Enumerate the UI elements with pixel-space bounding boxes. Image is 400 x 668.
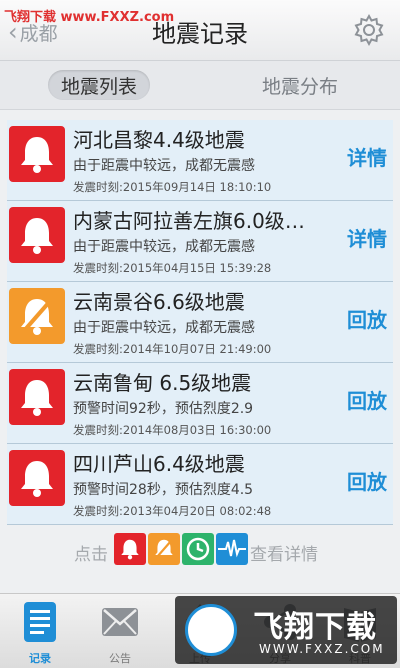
record-time: 发震时刻:2013年04月20日 08:02:48: [73, 504, 272, 518]
record-title: 河北昌黎4.4级地震: [73, 128, 245, 152]
bell-icon: [9, 450, 65, 506]
mail-icon: [102, 608, 138, 636]
record-description: 由于距震中较远，成都无震感: [73, 158, 255, 174]
record-time: 发震时刻:2014年08月03日 16:30:00: [73, 423, 272, 437]
tab-label: 公告: [109, 652, 131, 665]
legend-suffix: 查看详情: [250, 545, 318, 565]
bell-muted-icon: [148, 533, 180, 565]
bell-muted-icon: [9, 288, 65, 344]
gear-icon[interactable]: [352, 13, 386, 47]
record-title: 四川芦山6.4级地震: [73, 452, 245, 476]
page-title: 地震记录: [152, 20, 248, 48]
list-item[interactable]: 云南景谷6.6级地震 由于距震中较远，成都无震感 发震时刻:2014年10月07…: [7, 282, 393, 363]
record-title: 内蒙古阿拉善左旗6.0级地震: [73, 209, 317, 233]
record-description: 预警时间28秒，预估烈度4.5: [73, 482, 254, 498]
list-item[interactable]: 云南鲁甸 6.5级地震 预警时间92秒，预估烈度2.9 发震时刻:2014年08…: [7, 363, 393, 444]
replay-button[interactable]: 回放: [347, 385, 387, 414]
record-description: 由于距震中较远，成都无震感: [73, 239, 255, 255]
tab-label: 记录: [29, 652, 51, 665]
record-description: 由于距震中较远，成都无震感: [73, 320, 255, 336]
replay-button[interactable]: 回放: [347, 466, 387, 495]
watermark-brand: 飞翔下载: [253, 610, 377, 645]
details-button[interactable]: 详情: [347, 142, 387, 171]
details-button[interactable]: 详情: [347, 223, 387, 252]
list-item[interactable]: 内蒙古阿拉善左旗6.0级地震 由于距震中较远，成都无震感 发震时刻:2015年0…: [7, 201, 393, 282]
tab-notices[interactable]: 公告: [80, 594, 160, 668]
bell-icon: [9, 207, 65, 263]
record-time: 发震时刻:2014年10月07日 21:49:00: [73, 342, 272, 356]
earthquake-list: 河北昌黎4.4级地震 由于距震中较远，成都无震感 发震时刻:2015年09月14…: [7, 120, 393, 525]
tab-earthquake-distribution[interactable]: 地震分布: [250, 70, 350, 100]
bell-icon: [9, 126, 65, 182]
record-description: 预警时间92秒，预估烈度2.9: [73, 401, 254, 417]
record-title: 云南景谷6.6级地震: [73, 290, 245, 314]
bell-icon: [114, 533, 146, 565]
document-icon: [24, 602, 56, 642]
watermark-badge: 飞翔下载 WWW.FXXZ.COM: [175, 596, 397, 664]
top-bar: 飞翔下载 www.FXXZ.com ‹ 成都 地震记录: [0, 0, 400, 61]
segment-tabs: 地震列表 地震分布: [0, 61, 400, 110]
list-item[interactable]: 四川芦山6.4级地震 预警时间28秒，预估烈度4.5 发震时刻:2013年04月…: [7, 444, 393, 525]
watermark-url: WWW.FXXZ.COM: [259, 642, 385, 656]
tab-earthquake-list[interactable]: 地震列表: [48, 70, 150, 100]
record-time: 发震时刻:2015年04月15日 15:39:28: [73, 261, 272, 275]
icon-legend: 点击 查看详情: [0, 530, 400, 570]
waveform-icon: [216, 533, 248, 565]
list-item[interactable]: 河北昌黎4.4级地震 由于距震中较远，成都无震感 发震时刻:2015年09月14…: [7, 120, 393, 201]
record-time: 发震时刻:2015年09月14日 18:10:10: [73, 180, 272, 194]
clock-icon: [182, 533, 214, 565]
legend-prefix: 点击: [74, 545, 108, 565]
bell-icon: [9, 369, 65, 425]
record-title: 云南鲁甸 6.5级地震: [73, 371, 252, 395]
replay-button[interactable]: 回放: [347, 304, 387, 333]
tab-records[interactable]: 记录: [0, 594, 80, 668]
brand-logo-icon: [185, 604, 237, 656]
